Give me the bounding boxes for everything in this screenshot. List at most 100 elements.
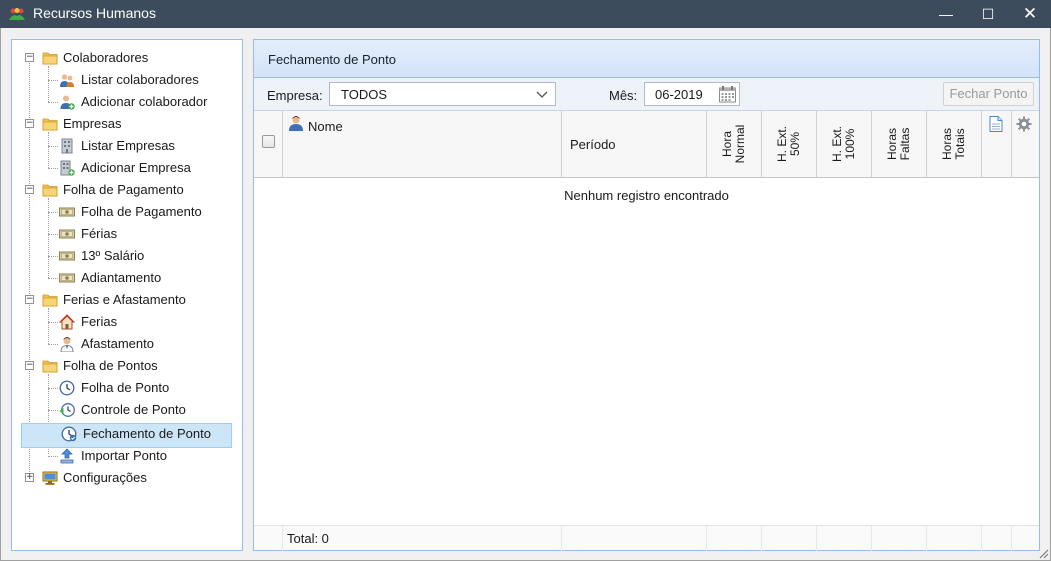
tree-group-0[interactable]: − Colaboradores	[12, 48, 242, 68]
column-horas-faltas-line2: Faltas	[898, 127, 912, 161]
empresa-label: Empresa:	[267, 88, 323, 103]
tree-item-label: Fechamento de Ponto	[83, 426, 211, 441]
column-settings[interactable]	[1012, 111, 1039, 177]
collapse-icon[interactable]: −	[25, 295, 34, 304]
window-frame: − Colaboradores Listar colaboradores Adicio…	[0, 28, 1051, 561]
empty-grid-message: Nenhum registro encontrado	[564, 188, 729, 203]
footer-cell	[762, 526, 817, 551]
tree-item-4-0[interactable]: Folha de Ponto	[12, 378, 242, 398]
minimize-button[interactable]: —	[925, 0, 967, 28]
user-icon	[289, 116, 303, 131]
panel-header: Fechamento de Ponto	[254, 40, 1039, 78]
collapse-icon[interactable]: −	[25, 185, 34, 194]
footer-cell	[982, 526, 1012, 551]
money-icon	[59, 251, 75, 261]
folder-icon	[42, 294, 58, 307]
tree-item-1-0[interactable]: Listar Empresas	[12, 136, 242, 156]
money-icon	[59, 207, 75, 217]
empresa-combo[interactable]: TODOS	[329, 82, 556, 106]
column-nome[interactable]: Nome	[283, 111, 562, 177]
folder-icon	[42, 184, 58, 197]
upload-icon	[60, 448, 74, 464]
monitor-icon	[42, 471, 58, 485]
column-nome-label: Nome	[308, 119, 343, 134]
mes-field[interactable]: 06-2019	[644, 82, 740, 106]
column-hext-50[interactable]: H. Ext. 50%	[762, 111, 817, 177]
grid-header: Nome Período Hora Normal H. Ext. 50% H. …	[254, 111, 1039, 178]
collapse-icon[interactable]: −	[25, 361, 34, 370]
column-horas-totais-label: Horas Totais	[940, 128, 967, 160]
tree-group-5[interactable]: + Configurações	[12, 468, 242, 488]
folder-icon	[42, 360, 58, 373]
column-hora-normal[interactable]: Hora Normal	[707, 111, 762, 177]
column-hext-100-line2: 100%	[843, 128, 857, 160]
tree-item-0-1[interactable]: Adicionar colaborador	[12, 92, 242, 112]
close-button[interactable]: ✕	[1009, 0, 1051, 28]
tree-group-label: Folha de Pontos	[63, 358, 158, 373]
tree-item-1-1[interactable]: Adicionar Empresa	[12, 158, 242, 178]
tree-item-4-1[interactable]: Controle de Ponto	[12, 400, 242, 420]
tree-item-label: Folha de Pagamento	[81, 204, 202, 219]
fechamento-panel: Fechamento de Ponto Empresa: TODOS Mês: …	[253, 39, 1040, 551]
grid-footer: Total: 0	[254, 525, 1039, 551]
tree-item-label: 13º Salário	[81, 248, 145, 263]
tree-item-2-2[interactable]: 13º Salário	[12, 246, 242, 266]
tree-item-label: Folha de Ponto	[81, 380, 170, 395]
tree-item-label: Adiantamento	[81, 270, 162, 285]
footer-cell	[254, 526, 283, 551]
navigation-tree: − Colaboradores Listar colaboradores Adicio…	[11, 39, 243, 551]
mes-value: 06-2019	[655, 87, 703, 102]
column-hext-50-label: H. Ext. 50%	[775, 126, 802, 162]
column-periodo-label: Período	[570, 137, 616, 152]
column-horas-faltas[interactable]: Horas Faltas	[872, 111, 927, 177]
clock-arrow-icon	[59, 403, 75, 417]
money-icon	[59, 273, 75, 283]
footer-cell	[927, 526, 982, 551]
resize-grip-icon[interactable]	[1037, 547, 1049, 559]
tree-item-3-1[interactable]: Afastamento	[12, 334, 242, 354]
column-hext-100[interactable]: H. Ext. 100%	[817, 111, 872, 177]
column-hora-normal-label: Hora Normal	[720, 125, 747, 164]
person-icon	[60, 337, 74, 352]
select-all-checkbox[interactable]	[262, 135, 275, 148]
tree-group-1[interactable]: − Empresas	[12, 114, 242, 134]
collapse-icon[interactable]: −	[25, 119, 34, 128]
chevron-down-icon[interactable]	[535, 87, 549, 101]
tree-item-label: Afastamento	[81, 336, 154, 351]
users-icon	[60, 74, 74, 87]
footer-cell	[817, 526, 872, 551]
tree-item-label: Listar Empresas	[81, 138, 175, 153]
mes-label: Mês:	[609, 88, 638, 103]
tree-group-4[interactable]: − Folha de Pontos	[12, 356, 242, 376]
column-document[interactable]	[982, 111, 1012, 177]
tree-group-label: Empresas	[63, 116, 122, 131]
title-bar: Recursos Humanos — ☐ ✕	[0, 0, 1051, 28]
building-add-icon	[60, 160, 75, 176]
maximize-button[interactable]: ☐	[967, 0, 1009, 28]
tree-item-label: Adicionar Empresa	[81, 160, 191, 175]
tree-item-4-2[interactable]: Fechamento de Ponto	[12, 424, 242, 444]
tree-item-3-0[interactable]: Ferias	[12, 312, 242, 332]
column-horas-totais[interactable]: Horas Totais	[927, 111, 982, 177]
tree-item-2-0[interactable]: Folha de Pagamento	[12, 202, 242, 222]
fechar-ponto-button[interactable]: Fechar Ponto	[943, 82, 1034, 106]
calendar-icon[interactable]	[718, 85, 737, 104]
tree-item-4-3[interactable]: Importar Ponto	[12, 446, 242, 466]
toolbar: Empresa: TODOS Mês: 06-2019 Fechar Ponto	[254, 78, 1039, 111]
tree-item-label: Ferias	[81, 314, 118, 329]
tree-item-2-1[interactable]: Férias	[12, 224, 242, 244]
tree-group-3[interactable]: − Ferias e Afastamento	[12, 290, 242, 310]
footer-cell	[707, 526, 762, 551]
folder-icon	[42, 118, 58, 131]
tree-item-0-0[interactable]: Listar colaboradores	[12, 70, 242, 90]
clock-check-icon	[61, 426, 77, 442]
select-all-column[interactable]	[254, 111, 283, 177]
collapse-icon[interactable]: −	[25, 53, 34, 62]
expand-icon[interactable]: +	[25, 472, 34, 482]
tree-item-label: Importar Ponto	[81, 447, 167, 463]
footer-cell	[562, 526, 707, 551]
tree-group-2[interactable]: − Folha de Pagamento	[12, 180, 242, 200]
column-periodo[interactable]: Período	[562, 111, 707, 177]
tree-item-2-3[interactable]: Adiantamento	[12, 268, 242, 288]
tree-item-label: Controle de Ponto	[81, 402, 186, 417]
